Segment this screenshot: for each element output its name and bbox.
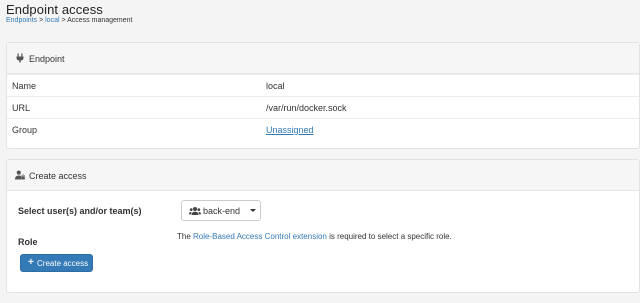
rbac-note-post: is required to select a specific role. bbox=[326, 232, 452, 241]
users-teams-select[interactable]: back-end bbox=[181, 200, 261, 221]
plug-icon bbox=[16, 53, 24, 63]
breadcrumb-current: Access management bbox=[67, 17, 133, 24]
plus-icon: + bbox=[28, 257, 34, 268]
rbac-extension-link[interactable]: Role-Based Access Control extension bbox=[193, 232, 327, 241]
group-link[interactable]: Unassigned bbox=[266, 125, 314, 135]
rbac-note: The Role-Based Access Control extension … bbox=[177, 232, 452, 241]
breadcrumb: Endpoints > local > Access management bbox=[6, 17, 133, 24]
row-key: Group bbox=[12, 125, 38, 135]
create-access-button-label: Create access bbox=[37, 259, 89, 268]
endpoint-row-name: Name local bbox=[7, 74, 639, 96]
select-users-label: Select user(s) and/or team(s) bbox=[18, 206, 142, 216]
create-access-widget: Create access Select user(s) and/or team… bbox=[6, 159, 640, 293]
create-access-widget-title: Create access bbox=[29, 171, 87, 181]
endpoint-widget: Endpoint Name local URL /var/run/docker.… bbox=[6, 42, 640, 149]
page-title: Endpoint access bbox=[6, 2, 103, 17]
breadcrumb-endpoints-link[interactable]: Endpoints bbox=[6, 17, 37, 24]
endpoint-row-url: URL /var/run/docker.sock bbox=[7, 96, 639, 118]
row-value: local bbox=[266, 81, 285, 91]
caret-down-icon bbox=[250, 209, 256, 212]
create-access-widget-header: Create access bbox=[7, 160, 639, 191]
select-value: back-end bbox=[203, 206, 241, 216]
endpoint-row-group: Group Unassigned bbox=[7, 118, 639, 140]
users-icon bbox=[189, 207, 201, 215]
breadcrumb-separator: > bbox=[37, 17, 46, 24]
rbac-note-pre: The bbox=[177, 232, 194, 241]
breadcrumb-local-link[interactable]: local bbox=[45, 17, 59, 24]
create-access-button[interactable]: + Create access bbox=[20, 254, 93, 272]
row-key: Name bbox=[12, 81, 37, 91]
row-value: /var/run/docker.sock bbox=[266, 103, 347, 113]
breadcrumb-separator: > bbox=[59, 17, 68, 24]
row-key: URL bbox=[12, 103, 31, 113]
endpoint-widget-title: Endpoint bbox=[29, 54, 65, 64]
user-lock-icon bbox=[15, 170, 25, 180]
endpoint-widget-header: Endpoint bbox=[7, 43, 639, 74]
page-header: Endpoint access Endpoints > local > Acce… bbox=[0, 0, 640, 36]
role-label: Role bbox=[18, 237, 38, 247]
